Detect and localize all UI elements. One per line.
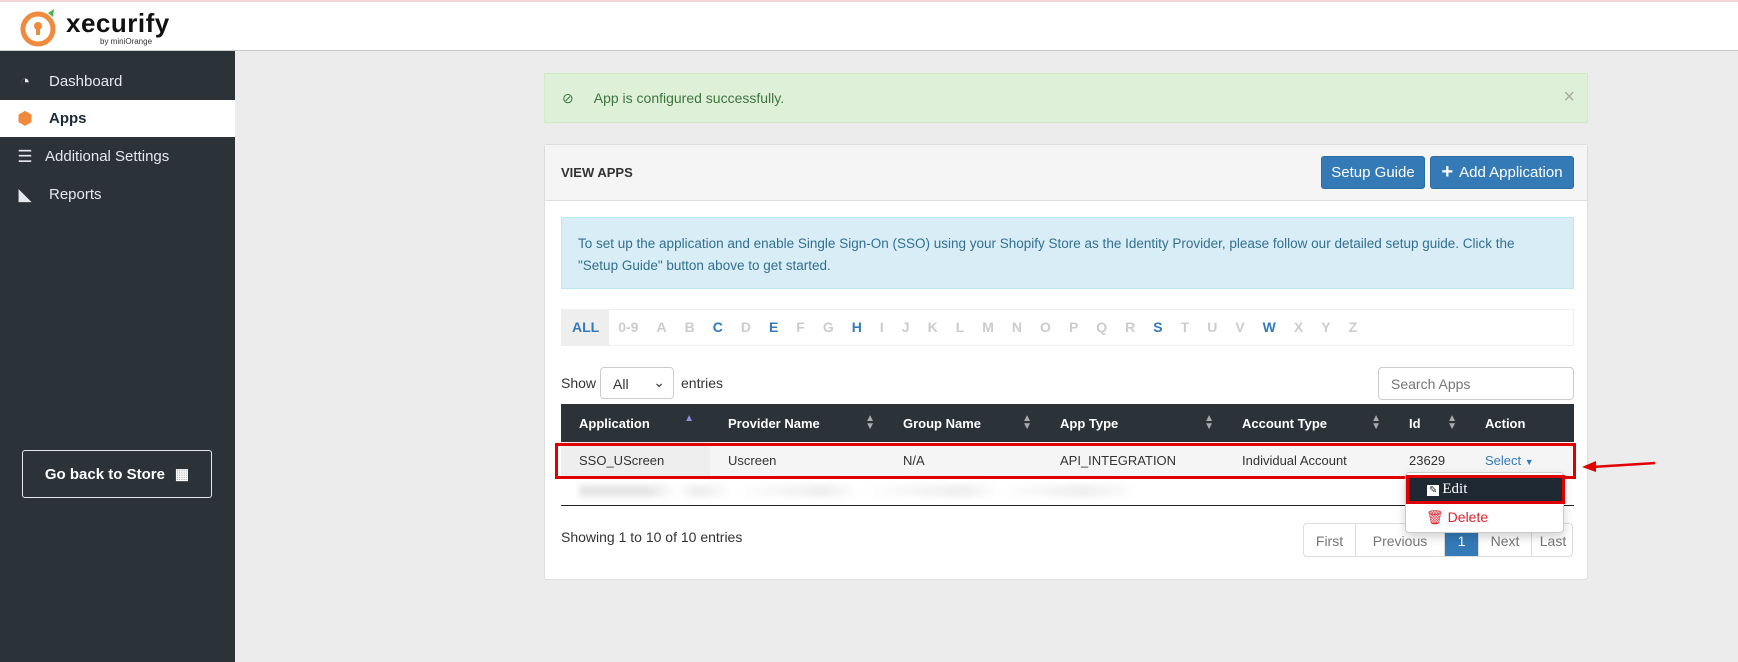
letter-filter-b[interactable]: B xyxy=(676,310,704,345)
chevron-down-icon: ⌄ xyxy=(653,374,665,390)
add-application-button[interactable]: + Add Application xyxy=(1430,156,1574,189)
letter-filter-d[interactable]: D xyxy=(732,310,760,345)
sidebar-item-additional-settings[interactable]: ☰ Additional Settings xyxy=(0,138,235,175)
info-box: To set up the application and enable Sin… xyxy=(561,217,1574,289)
letter-filter-p[interactable]: P xyxy=(1060,310,1087,345)
col-label: Account Type xyxy=(1242,415,1327,431)
sidebar-item-label: Reports xyxy=(49,186,102,203)
sort-icon: ▲ ▼ xyxy=(1371,413,1381,432)
xecurify-logo-icon xyxy=(20,9,56,47)
entries-select[interactable]: All ⌄ xyxy=(600,367,674,399)
letter-filter-f[interactable]: F xyxy=(787,310,814,345)
letter-filter-c[interactable]: C xyxy=(704,310,732,345)
database-icon: ☰ xyxy=(17,146,33,166)
sidebar-item-label: Dashboard xyxy=(49,73,123,90)
sidebar-item-dashboard[interactable]: ◔ Dashboard xyxy=(0,63,235,100)
search-apps-input[interactable] xyxy=(1378,367,1574,400)
view-apps-panel: VIEW APPS Setup Guide + Add Application T… xyxy=(544,144,1588,580)
annotation-arrow-icon xyxy=(1582,461,1656,472)
panel-title: VIEW APPS xyxy=(561,165,633,180)
sidebar-item-label: Apps xyxy=(49,110,87,127)
letter-filter: ALL 0-9 A B C D E F G H I J K L M N O P Q R S T U V W X Y Z xyxy=(561,309,1574,346)
entries-select-value: All xyxy=(613,376,629,392)
setup-guide-button[interactable]: Setup Guide xyxy=(1321,156,1425,189)
dashboard-icon: ◔ xyxy=(19,71,31,91)
top-bar: xecurify by miniOrange xyxy=(0,0,1738,51)
col-action: Action xyxy=(1467,404,1574,442)
sidebar-item-apps[interactable]: ⬢ Apps xyxy=(0,100,235,137)
letter-filter-w[interactable]: W xyxy=(1254,310,1285,345)
sidebar: ◔ Dashboard ⬢ Apps ☰ Additional Settings ◣ R… xyxy=(0,51,235,662)
showing-entries-text: Showing 1 to 10 of 10 entries xyxy=(561,529,743,545)
letter-filter-j[interactable]: J xyxy=(893,310,919,345)
sidebar-item-reports[interactable]: ◣ Reports xyxy=(0,176,235,213)
letter-filter-v[interactable]: V xyxy=(1226,310,1253,345)
letter-filter-x[interactable]: X xyxy=(1285,310,1312,345)
letter-filter-m[interactable]: M xyxy=(973,310,1003,345)
sort-icon: ▲ ▼ xyxy=(865,413,875,432)
letter-filter-h[interactable]: H xyxy=(843,310,871,345)
col-label: Provider Name xyxy=(728,415,820,431)
letter-filter-y[interactable]: Y xyxy=(1312,310,1339,345)
close-icon[interactable]: × xyxy=(1563,86,1575,109)
col-application[interactable]: Application ▲ xyxy=(561,404,710,442)
cube-icon: ⬢ xyxy=(17,108,33,128)
letter-filter-r[interactable]: R xyxy=(1116,310,1144,345)
delete-label: Delete xyxy=(1447,509,1489,525)
letter-filter-q[interactable]: Q xyxy=(1087,310,1116,345)
letter-filter-n[interactable]: N xyxy=(1003,310,1031,345)
letter-filter-z[interactable]: Z xyxy=(1340,310,1367,345)
letter-filter-g[interactable]: G xyxy=(814,310,843,345)
edit-icon: ✎ xyxy=(1427,485,1440,496)
sort-asc-icon: ▲ xyxy=(684,413,694,424)
alert-text: App is configured successfully. xyxy=(593,90,785,106)
brand-name: xecurify xyxy=(66,8,170,38)
letter-filter-s[interactable]: S xyxy=(1144,310,1171,345)
letter-filter-0-9[interactable]: 0-9 xyxy=(609,310,647,345)
letter-filter-l[interactable]: L xyxy=(947,310,974,345)
edit-menu-item[interactable]: ✎ Edit xyxy=(1406,475,1565,504)
edit-label: Edit xyxy=(1442,481,1468,497)
add-application-label: Add Application xyxy=(1459,164,1563,181)
trash-icon: 🗑 xyxy=(1426,509,1444,525)
letter-filter-a[interactable]: A xyxy=(647,310,675,345)
letter-filter-u[interactable]: U xyxy=(1198,310,1226,345)
page-first[interactable]: First xyxy=(1304,524,1356,556)
col-label: Action xyxy=(1485,415,1526,431)
letter-filter-all[interactable]: ALL xyxy=(562,310,610,345)
letter-filter-i[interactable]: I xyxy=(871,310,893,345)
letter-filter-t[interactable]: T xyxy=(1172,310,1199,345)
col-id[interactable]: Id ▲ ▼ xyxy=(1391,404,1467,442)
sidebar-item-label: Additional Settings xyxy=(45,148,170,165)
col-account-type[interactable]: Account Type ▲ ▼ xyxy=(1224,404,1391,442)
plus-icon: + xyxy=(1441,161,1454,183)
col-label: Group Name xyxy=(903,415,982,431)
sort-icon: ▲ ▼ xyxy=(1447,413,1457,432)
entries-label: entries xyxy=(681,375,724,391)
sort-icon: ▲ ▼ xyxy=(1022,413,1032,432)
brand-byline: by miniOrange xyxy=(100,37,153,46)
col-label: Id xyxy=(1409,415,1421,431)
show-label: Show xyxy=(561,375,597,391)
letter-filter-o[interactable]: O xyxy=(1031,310,1060,345)
col-label: Application xyxy=(579,415,650,431)
col-provider-name[interactable]: Provider Name ▲ ▼ xyxy=(710,404,885,442)
panel-header: VIEW APPS Setup Guide + Add Application xyxy=(545,145,1587,201)
letter-filter-k[interactable]: K xyxy=(919,310,947,345)
col-label: App Type xyxy=(1060,415,1119,431)
letter-filter-e[interactable]: E xyxy=(760,310,787,345)
delete-menu-item[interactable]: 🗑 Delete xyxy=(1426,509,1488,526)
go-back-to-store-button[interactable]: Go back to Store ▦ xyxy=(22,450,212,498)
store-icon: ▦ xyxy=(174,466,190,483)
success-alert: ⊘ App is configured successfully. × xyxy=(544,73,1588,123)
sort-icon: ▲ ▼ xyxy=(1204,413,1214,432)
area-chart-icon: ◣ xyxy=(18,184,32,204)
action-dropdown-menu: ✎ Edit 🗑 Delete xyxy=(1405,472,1565,533)
go-back-label: Go back to Store xyxy=(44,465,165,483)
col-group-name[interactable]: Group Name ▲ ▼ xyxy=(885,404,1042,442)
col-app-type[interactable]: App Type ▲ ▼ xyxy=(1042,404,1224,442)
check-circle-icon: ⊘ xyxy=(562,89,574,106)
